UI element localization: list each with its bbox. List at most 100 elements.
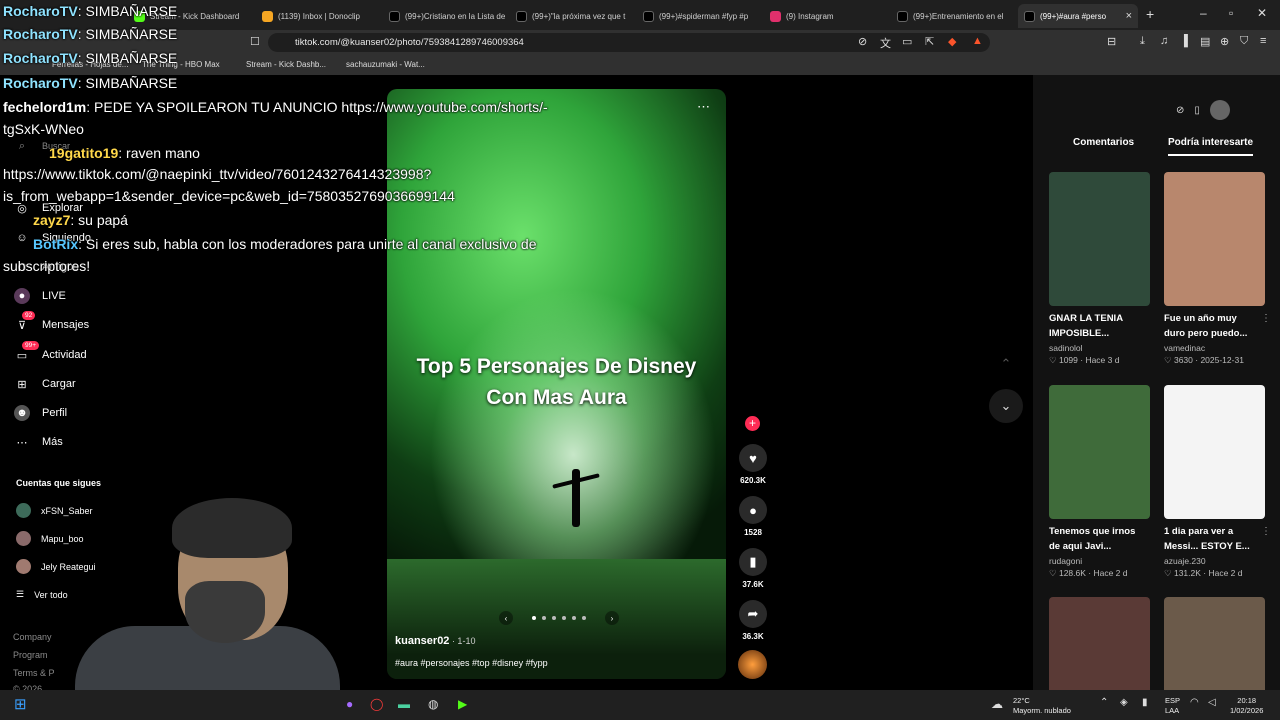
music-disc-icon[interactable] <box>738 650 767 679</box>
card-author[interactable]: azuaje.230 <box>1164 556 1265 566</box>
taskbar-app-icon[interactable]: ▬ <box>398 697 410 711</box>
video-thumbnail[interactable] <box>1049 385 1150 519</box>
sidebar-item-actividad[interactable]: ▭ 99+ Actividad <box>14 341 87 363</box>
sidebar-item-live[interactable]: ● LIVE <box>14 288 66 304</box>
tab-podria-interesarte[interactable]: Podría interesarte <box>1168 137 1254 156</box>
video-thumbnail[interactable] <box>1049 172 1150 306</box>
post-author[interactable]: kuanser02 · 1-10 <box>395 635 475 647</box>
card-more-icon[interactable]: ⋮ <box>1261 526 1271 537</box>
sidebar-item-perfil[interactable]: ☻ Perfil <box>14 405 67 421</box>
volume-icon[interactable]: ◁ <box>1208 697 1216 708</box>
menu-icon[interactable]: ≡ <box>1260 35 1266 47</box>
weather-widget[interactable]: 22°C Mayorm. nublado <box>1013 696 1071 716</box>
follow-plus-button[interactable]: + <box>745 416 760 431</box>
previous-photo-button[interactable]: ‹ <box>499 611 513 625</box>
close-tab-icon[interactable]: × <box>1126 10 1132 22</box>
card-more-icon[interactable]: ⋮ <box>1261 313 1271 324</box>
like-button[interactable]: ♥ 620.3K <box>738 444 768 485</box>
suggested-video-card[interactable]: Fue un año muy duro pero puedo... vamedin… <box>1164 172 1271 366</box>
chat-username: RocharoTV <box>3 75 78 91</box>
screenshot-icon[interactable]: ▭ <box>902 35 912 48</box>
save-button[interactable]: ▮ 37.6K <box>738 548 768 589</box>
opera-icon[interactable]: ◯ <box>370 697 383 711</box>
language-indicator[interactable]: ESP LAA <box>1165 696 1180 716</box>
video-thumbnail[interactable] <box>1049 597 1150 690</box>
shield-icon[interactable]: ⛉ <box>1240 35 1248 48</box>
chat-message: fechelord1m: PEDE YA SPOILEARON TU ANUNC… <box>3 96 548 118</box>
card-stats: ♡ 128.6K · Hace 2 d <box>1049 568 1128 578</box>
share-icon[interactable]: ⇱ <box>925 35 934 48</box>
suggested-video-card[interactable]: Tenemos que irnos de aqui Javi... rudagon… <box>1049 385 1150 579</box>
username[interactable]: kuanser02 <box>395 635 449 647</box>
page-dot[interactable] <box>582 616 586 620</box>
sidebar-item-mensajes[interactable]: ⊽ 92 Mensajes <box>14 311 89 333</box>
stream-chat-overlay: RocharoTV: SIMBAÑARSE RocharoTV: SIMBAÑA… <box>0 0 600 280</box>
suggested-video-card[interactable] <box>1164 597 1265 690</box>
user-avatar[interactable] <box>1209 100 1230 120</box>
wifi-icon[interactable]: ◠ <box>1190 697 1199 708</box>
chevron-up-icon[interactable]: ⌃ <box>1100 697 1108 708</box>
page-dot[interactable] <box>552 616 556 620</box>
sidebar-item-mas[interactable]: ⋯ Más <box>14 434 63 450</box>
suggested-video-card[interactable]: GNAR LA TENIA IMPOSIBLE... sadinolol ♡ 10… <box>1049 172 1150 366</box>
taskbar-app-icon[interactable]: ● <box>346 697 353 711</box>
windows-start-icon[interactable]: ⊞ <box>14 695 27 713</box>
maximize-button[interactable]: ▫ <box>1229 6 1233 20</box>
tab-comentarios[interactable]: Comentarios <box>1073 137 1134 148</box>
post-date: · 1-10 <box>449 636 476 646</box>
page-dot[interactable] <box>562 616 566 620</box>
comment-icon: ● <box>739 496 767 524</box>
suggested-video-card[interactable] <box>1049 597 1150 690</box>
taskbar-clock[interactable]: 20:18 1/02/2026 <box>1230 696 1263 716</box>
tab-label: (9) Instagram <box>786 11 834 21</box>
next-video-button[interactable]: ⌄ <box>989 389 1023 423</box>
footer-link[interactable]: Program <box>13 650 48 660</box>
card-author[interactable]: sadinolol <box>1049 343 1150 353</box>
title-line: Tenemos que irnos <box>1049 526 1136 537</box>
sidebar-toggle-icon[interactable]: ⊟ <box>1107 35 1116 48</box>
footer-link[interactable]: Terms & P <box>13 668 55 678</box>
footer-link[interactable]: Company <box>13 632 52 642</box>
close-window-button[interactable]: ✕ <box>1257 6 1267 20</box>
taskbar-app-icon[interactable]: ◍ <box>428 697 438 711</box>
sidebar-item-cargar[interactable]: ⊞ Cargar <box>14 376 75 392</box>
browser-tab[interactable]: (9) Instagram <box>764 4 888 28</box>
reading-list-icon[interactable]: ▐ <box>1180 35 1188 47</box>
video-thumbnail[interactable] <box>1164 172 1265 306</box>
new-tab-button[interactable]: + <box>1146 6 1154 22</box>
reader-mode-icon[interactable]: ⊘ <box>858 35 867 48</box>
browser-tab[interactable]: (99+)Entrenamiento en el <box>891 4 1015 28</box>
browser-tab-active[interactable]: (99+)#aura #perso × <box>1018 4 1138 28</box>
avatar <box>16 531 31 546</box>
kick-taskbar-icon[interactable]: ▶ <box>458 697 467 711</box>
comment-button[interactable]: ● 1528 <box>738 496 768 537</box>
device-icon[interactable]: ▯ <box>1194 105 1200 116</box>
post-hashtags[interactable]: #aura #personajes #top #disney #fypp <box>395 658 548 668</box>
next-photo-button[interactable]: › <box>605 611 619 625</box>
more-options-icon[interactable]: ⋯ <box>697 99 710 115</box>
suggested-video-card[interactable]: 1 dia para ver a Messi... ESTOY E... azua… <box>1164 385 1271 579</box>
page-dot[interactable] <box>532 616 536 620</box>
card-author[interactable]: vamedinac <box>1164 343 1265 353</box>
video-thumbnail[interactable] <box>1164 385 1265 519</box>
translate-icon[interactable]: 文 <box>880 35 891 51</box>
page-dot[interactable] <box>542 616 546 620</box>
brave-rewards-icon[interactable]: ▲ <box>972 35 983 47</box>
microphone-icon[interactable]: ▮ <box>1142 697 1148 708</box>
network-icon[interactable]: ◈ <box>1120 697 1128 708</box>
share-button[interactable]: ➦ 36.3K <box>738 600 768 641</box>
wallet-icon[interactable]: ▤ <box>1200 35 1210 48</box>
brave-shield-icon[interactable]: ◆ <box>948 35 956 48</box>
browser-tab[interactable]: (99+)#spiderman #fyp #p <box>637 4 761 28</box>
download-icon[interactable]: ⤓ <box>1140 35 1145 48</box>
vpn-icon[interactable]: ⊕ <box>1220 35 1229 48</box>
coin-icon[interactable]: ⊘ <box>1176 105 1184 116</box>
previous-video-button[interactable]: ⌃ <box>989 347 1023 381</box>
page-dot[interactable] <box>572 616 576 620</box>
media-icon[interactable]: ♫ <box>1160 35 1168 47</box>
video-thumbnail[interactable] <box>1164 597 1265 690</box>
card-author[interactable]: rudagoni <box>1049 556 1150 566</box>
weather-text: Mayorm. nublado <box>1013 706 1071 715</box>
card-title: Fue un año muy duro pero puedo... <box>1164 311 1265 341</box>
minimize-button[interactable]: – <box>1200 6 1207 20</box>
